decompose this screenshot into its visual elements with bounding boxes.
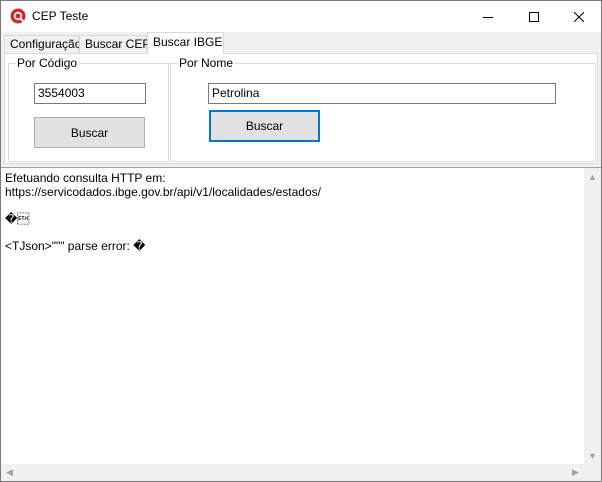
app-window: CEP Teste Configuração Buscar CEP Buscar… xyxy=(0,0,602,482)
tab-buscar-ibge[interactable]: Buscar IBGE xyxy=(147,32,224,54)
horizontal-scrollbar[interactable]: ◀ ▶ xyxy=(1,464,584,481)
tab-buscar-cep[interactable]: Buscar CEP xyxy=(79,35,150,53)
scroll-up-icon[interactable]: ▲ xyxy=(584,168,601,185)
minimize-icon xyxy=(483,16,493,18)
app-logo-icon xyxy=(10,8,26,24)
group-por-nome: Por Nome Petrolina Buscar xyxy=(170,56,596,162)
scroll-left-icon[interactable]: ◀ xyxy=(1,464,18,481)
output-text: Efetuando consulta HTTP em: https://serv… xyxy=(5,171,321,253)
close-icon xyxy=(574,11,584,22)
window-title: CEP Teste xyxy=(32,9,89,23)
close-button[interactable] xyxy=(556,1,601,32)
minimize-button[interactable] xyxy=(465,1,511,32)
codigo-input[interactable]: 3554003 xyxy=(34,83,146,104)
maximize-button[interactable] xyxy=(511,1,557,32)
tab-panel-buscar-ibge: Por Código 3554003 Buscar Por Nome Petro… xyxy=(4,53,598,164)
group-label-por-codigo: Por Código xyxy=(15,56,80,70)
buscar-codigo-button[interactable]: Buscar xyxy=(34,117,145,148)
vertical-scrollbar[interactable]: ▲ ▼ xyxy=(584,168,601,464)
maximize-icon xyxy=(529,11,539,22)
output-memo[interactable]: Efetuando consulta HTTP em: https://serv… xyxy=(1,167,601,481)
group-por-codigo: Por Código 3554003 Buscar xyxy=(8,56,169,162)
scroll-right-icon[interactable]: ▶ xyxy=(567,464,584,481)
title-bar[interactable]: CEP Teste xyxy=(1,1,601,32)
scrollbar-corner xyxy=(584,464,601,481)
tab-configuracao[interactable]: Configuração xyxy=(4,35,81,53)
buscar-nome-button[interactable]: Buscar xyxy=(209,110,320,142)
group-label-por-nome: Por Nome xyxy=(177,56,236,70)
scroll-down-icon[interactable]: ▼ xyxy=(584,447,601,464)
nome-input[interactable]: Petrolina xyxy=(208,83,556,104)
